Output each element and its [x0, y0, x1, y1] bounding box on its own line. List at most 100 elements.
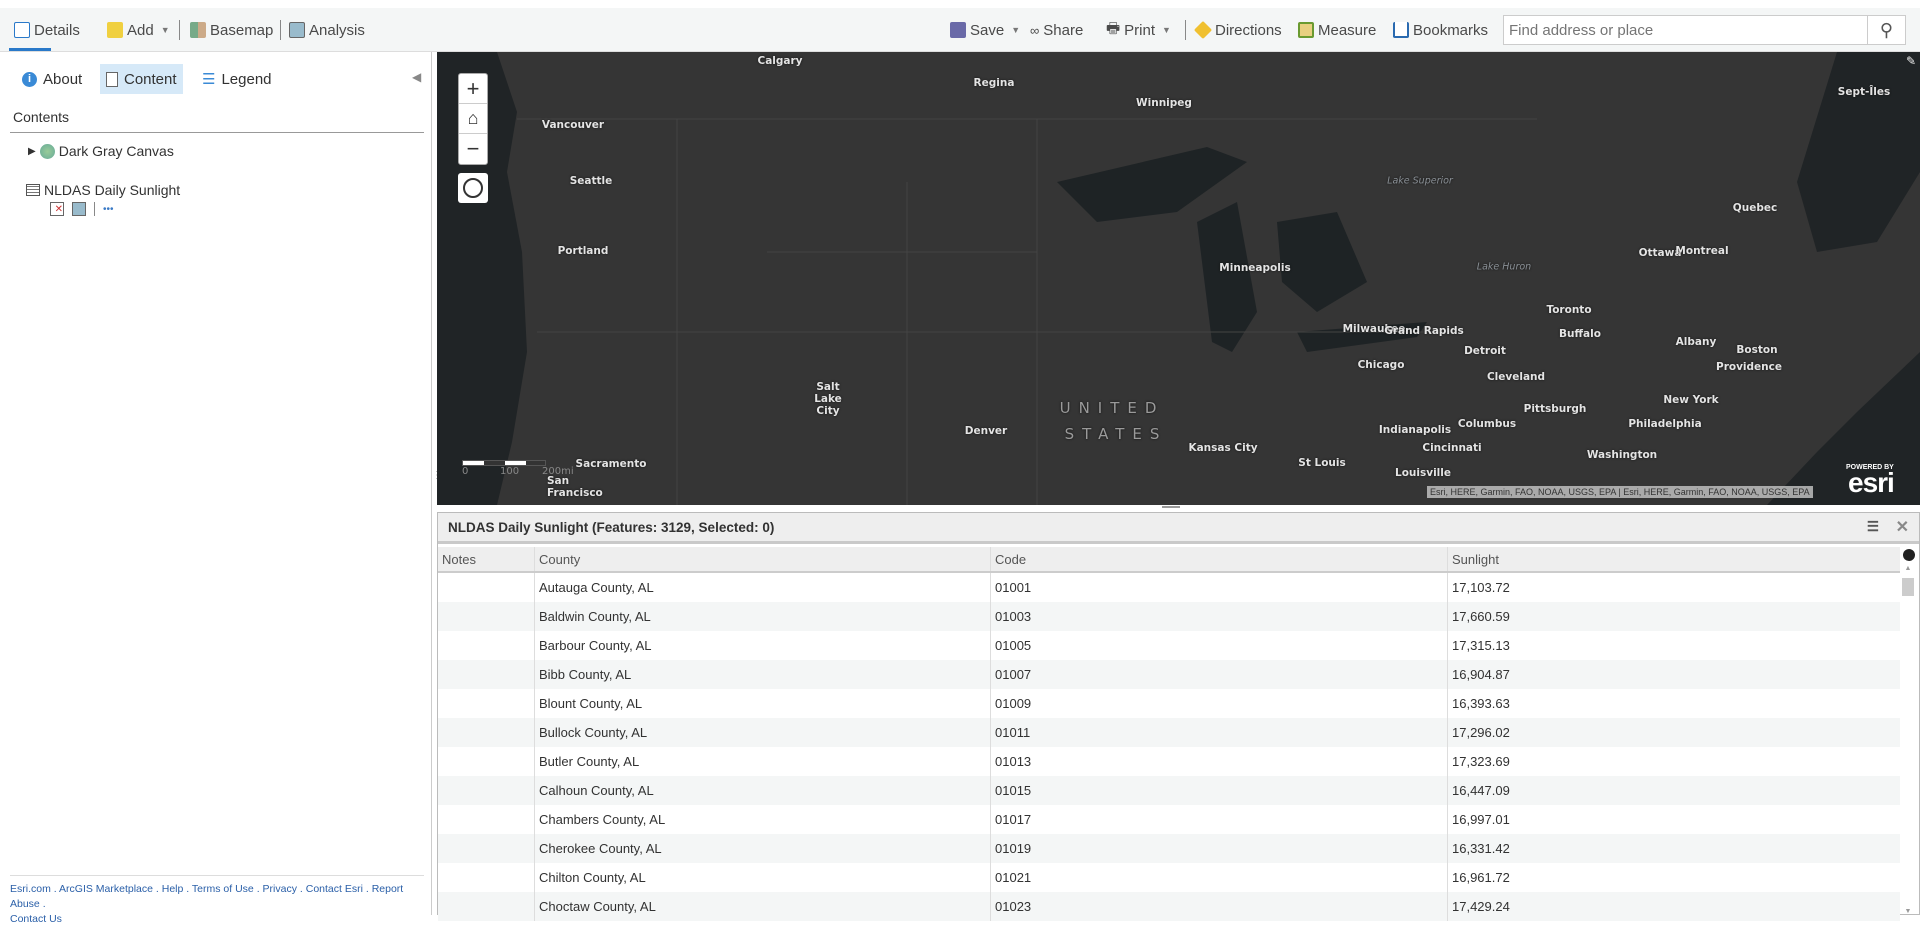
cell-notes: [438, 747, 535, 776]
footer-link[interactable]: Help: [162, 883, 184, 895]
country-label: STATES: [1064, 425, 1168, 443]
city-label: Portland: [557, 245, 609, 257]
scroll-up-icon[interactable]: ▲: [1901, 565, 1915, 572]
cell-notes: [438, 776, 535, 805]
column-header-county[interactable]: County: [535, 547, 991, 571]
city-label: Sept-Îles: [1837, 86, 1891, 98]
cell-notes: [438, 892, 535, 921]
table-options-icon[interactable]: ☰: [1867, 519, 1879, 535]
analysis-icon[interactable]: [72, 202, 86, 216]
layer-nldas-daily-sunlight[interactable]: NLDAS Daily Sunlight: [26, 182, 180, 198]
map-view[interactable]: ✎: [437, 52, 1920, 505]
locate-button[interactable]: [458, 173, 488, 203]
table-row[interactable]: Chambers County, AL 01017 16,997.01: [438, 805, 1900, 834]
cell-code: 01017: [991, 805, 1448, 834]
city-label: Salt Lake City: [814, 381, 842, 417]
table-row[interactable]: Autauga County, AL 01001 17,103.72: [438, 573, 1900, 602]
cell-sunlight: 16,393.63: [1452, 696, 1510, 711]
save-button[interactable]: Save ▼: [950, 8, 1020, 52]
table-icon: [26, 184, 40, 196]
table-row[interactable]: Blount County, AL 01009 16,393.63: [438, 689, 1900, 718]
scroll-down-icon[interactable]: ▼: [1901, 908, 1915, 915]
cell-code: 01009: [991, 689, 1448, 718]
table-resize-handle[interactable]: [1162, 506, 1180, 508]
cell-sunlight: 17,296.02: [1452, 725, 1510, 740]
tab-content[interactable]: Content: [100, 64, 183, 94]
info-icon: i: [22, 71, 37, 87]
table-row[interactable]: Baldwin County, AL 01003 17,660.59: [438, 602, 1900, 631]
divider: [94, 202, 95, 216]
collapse-sidebar-icon[interactable]: ◀: [412, 70, 421, 84]
footer-link[interactable]: Esri.com: [10, 883, 51, 895]
legend-icon: ☰: [202, 71, 216, 88]
cell-sunlight: 16,904.87: [1452, 667, 1510, 682]
table-row[interactable]: Butler County, AL 01013 17,323.69: [438, 747, 1900, 776]
table-header-row: Notes County Code Sunlight: [438, 547, 1900, 573]
table-row[interactable]: Bibb County, AL 01007 16,904.87: [438, 660, 1900, 689]
cell-code: 01013: [991, 747, 1448, 776]
print-button[interactable]: 🖶 Print ▼: [1106, 8, 1171, 52]
table-row[interactable]: Bullock County, AL 01011 17,296.02: [438, 718, 1900, 747]
column-header-notes[interactable]: Notes: [438, 547, 535, 571]
bookmark-icon: [1393, 22, 1409, 38]
measure-button[interactable]: Measure: [1298, 8, 1376, 52]
active-tab-indicator: [9, 48, 51, 51]
directions-button[interactable]: Directions: [1193, 8, 1282, 52]
table-row[interactable]: Choctaw County, AL 01023 17,429.24: [438, 892, 1900, 921]
save-icon: [950, 22, 966, 38]
column-header-code[interactable]: Code: [991, 547, 1448, 571]
table-row[interactable]: Barbour County, AL 01005 17,315.13: [438, 631, 1900, 660]
close-icon[interactable]: ✕: [1896, 517, 1909, 537]
city-label: Columbus: [1457, 418, 1517, 430]
table-row[interactable]: Chilton County, AL 01021 16,961.72: [438, 863, 1900, 892]
home-button[interactable]: ⌂: [459, 104, 487, 134]
share-button[interactable]: ∞ Share: [1030, 8, 1083, 52]
city-label: Montreal: [1675, 245, 1729, 257]
map-attribution[interactable]: Esri, HERE, Garmin, FAO, NOAA, USGS, EPA…: [1427, 486, 1813, 498]
city-label: Vancouver: [541, 119, 605, 131]
table-scrollbar[interactable]: ▲ ▼: [1901, 565, 1915, 915]
crosshair-icon: [463, 178, 483, 198]
footer-link[interactable]: Contact Esri: [306, 883, 363, 895]
city-label: Seattle: [569, 175, 613, 187]
cell-notes: [438, 660, 535, 689]
tab-legend[interactable]: ☰ Legend: [196, 64, 278, 94]
table-row[interactable]: Calhoun County, AL 01015 16,447.09: [438, 776, 1900, 805]
analysis-button[interactable]: Analysis: [289, 8, 365, 52]
globe-icon: [39, 143, 55, 159]
footer-link[interactable]: ArcGIS Marketplace: [59, 883, 153, 895]
scale-label: 0: [462, 466, 469, 477]
tab-about[interactable]: i About: [16, 64, 88, 94]
show-table-icon[interactable]: ✕: [50, 202, 64, 216]
add-button[interactable]: Add ▼: [107, 8, 170, 52]
search-input[interactable]: [1504, 16, 1867, 44]
footer-link[interactable]: Privacy: [263, 883, 297, 895]
scroll-thumb[interactable]: [1902, 578, 1914, 596]
column-header-sunlight[interactable]: Sunlight: [1448, 547, 1900, 571]
basemap-icon: [190, 22, 206, 38]
more-options-icon[interactable]: •••: [103, 204, 114, 215]
zoom-out-button[interactable]: −: [459, 134, 487, 164]
city-label: Toronto: [1546, 304, 1592, 316]
cell-code: 01007: [991, 660, 1448, 689]
search-button[interactable]: ⚲: [1867, 16, 1905, 44]
basemap-button[interactable]: Basemap: [190, 8, 273, 52]
layer-dark-gray-canvas[interactable]: ▶ Dark Gray Canvas: [28, 143, 174, 159]
table-title-bar: NLDAS Daily Sunlight (Features: 3129, Se…: [438, 513, 1919, 544]
city-label: Sacramento: [575, 458, 647, 470]
footer-link[interactable]: Terms of Use: [192, 883, 254, 895]
zoom-in-button[interactable]: +: [459, 74, 487, 104]
city-label: Winnipeg: [1136, 97, 1192, 109]
cell-county: Barbour County, AL: [535, 631, 991, 660]
cell-county: Cherokee County, AL: [535, 834, 991, 863]
cell-county: Bibb County, AL: [535, 660, 991, 689]
cell-code: 01003: [991, 602, 1448, 631]
column-options-icon[interactable]: [1903, 549, 1915, 561]
directions-icon: [1193, 20, 1213, 40]
details-button[interactable]: Details: [14, 8, 80, 52]
edit-map-icon[interactable]: ✎: [1906, 54, 1916, 68]
table-row[interactable]: Cherokee County, AL 01019 16,331.42: [438, 834, 1900, 863]
bookmarks-button[interactable]: Bookmarks: [1393, 8, 1488, 52]
sidebar: i About Content ☰ Legend ◀ Contents ▶ Dark …: [0, 52, 432, 925]
city-label: St Louis: [1298, 457, 1346, 469]
